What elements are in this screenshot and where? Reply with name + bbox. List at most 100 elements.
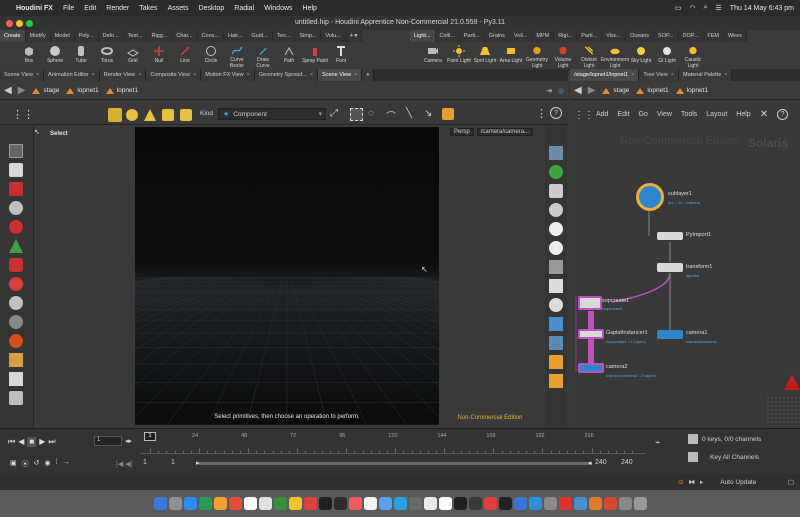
dock-app-icon[interactable] (633, 497, 647, 510)
tool-path[interactable]: Path (276, 43, 302, 69)
menu-assets[interactable]: Assets (168, 5, 189, 12)
dock-app-icon[interactable] (483, 497, 497, 510)
close-tab-icon[interactable]: × (631, 72, 634, 78)
app-menu[interactable]: Houdini FX (16, 5, 53, 12)
shelf-tab[interactable]: Cons... (197, 30, 225, 42)
tool-sky-light[interactable]: Sky Light (628, 43, 654, 69)
scope-icon[interactable]: ⦿ (22, 459, 29, 469)
network-editor[interactable]: Non-Commercial Edition Solaris sublayer1… (572, 126, 800, 427)
range-start2-field[interactable]: 1 (171, 459, 175, 466)
tool-spot-light[interactable]: Spot Light (472, 43, 498, 69)
select-through-icon[interactable]: ↘ (424, 108, 432, 119)
tab-animation-editor[interactable]: Animation Editor × (44, 69, 100, 81)
step-icon[interactable]: → (63, 459, 70, 469)
render-icon[interactable] (549, 374, 563, 388)
measure-tool-icon[interactable] (9, 391, 23, 405)
tool-grid[interactable]: Grid (120, 43, 146, 69)
snap-tool-icon[interactable] (9, 296, 23, 310)
dock-app-icon[interactable] (408, 497, 422, 510)
shelf-tab[interactable]: Grains (484, 30, 510, 42)
close-tab-icon[interactable]: × (671, 72, 674, 78)
back-arrow-icon[interactable]: ◀ (574, 85, 582, 96)
range-start-field[interactable]: 1 (143, 459, 147, 466)
close-tab-icon[interactable]: × (310, 72, 313, 78)
kind-select[interactable]: ★ Component ▾ (218, 108, 326, 120)
close-window-button[interactable] (6, 20, 13, 27)
tool-camera[interactable]: Camera (420, 43, 446, 69)
scene-viewport[interactable]: ↖ (135, 127, 439, 425)
tab-geometry-spreadsheet[interactable]: Geometry Spread... × (254, 69, 319, 81)
pause-update-icon[interactable] (549, 298, 563, 312)
tool-curve-bezier[interactable]: Curve Bezier (224, 43, 250, 69)
menu-go[interactable]: Go (639, 111, 648, 118)
menu-help[interactable]: Help (303, 5, 317, 12)
clock[interactable]: Thu 14 May 6:43 pm (730, 5, 794, 12)
frame-field[interactable]: 1 (94, 436, 122, 446)
breadcrumb-lopnet1-inner[interactable]: lopnet1 (675, 86, 708, 96)
tool-distant-light[interactable]: Distant Light (576, 43, 602, 69)
link-icon[interactable]: ◎ (558, 87, 564, 95)
dock-app-icon[interactable] (333, 497, 347, 510)
transform-tool-icon[interactable] (9, 239, 23, 253)
range-end2-field[interactable]: 240 (621, 459, 633, 466)
tab-render-view[interactable]: Render View × (99, 69, 147, 81)
camera-path-menu[interactable]: /camera/camera... (476, 128, 534, 136)
close-tab-icon[interactable]: × (138, 72, 141, 78)
dock-app-icon[interactable] (528, 497, 542, 510)
control-center-icon[interactable]: ☰ (716, 4, 722, 12)
menu-render[interactable]: Render (106, 5, 129, 12)
network-navigator[interactable] (766, 396, 800, 426)
stop-cook-button[interactable]: ▢ (788, 478, 794, 486)
menu-file[interactable]: File (63, 5, 74, 12)
help-icon[interactable]: ? (777, 109, 789, 120)
node-camera2[interactable] (578, 363, 604, 373)
shelf-tab-create[interactable]: Create (0, 30, 26, 42)
tab-scene-view-active[interactable]: Scene View × (318, 69, 363, 81)
light-icon[interactable] (549, 222, 563, 236)
shelf-tab[interactable]: Char... (172, 30, 198, 42)
close-tab-icon[interactable]: × (92, 72, 95, 78)
pose-tool-icon[interactable] (9, 315, 23, 329)
box-select-icon[interactable] (350, 108, 363, 121)
close-tab-icon[interactable]: × (247, 72, 250, 78)
tool-geometry-light[interactable]: Geometry Light (524, 43, 550, 69)
shelf-tab[interactable]: Defo... (98, 30, 124, 42)
brush-select-icon[interactable]: ⌒ (386, 108, 396, 123)
move-tool-icon[interactable] (9, 182, 23, 196)
node-pyimport1[interactable] (657, 232, 683, 240)
view-tool-icon[interactable] (9, 334, 23, 348)
tool-tube[interactable]: Tube (68, 43, 94, 69)
tool-volume-light[interactable]: Volume Light (550, 43, 576, 69)
tool-draw-curve[interactable]: Draw Curve (250, 43, 276, 69)
paint-tool-icon[interactable] (9, 372, 23, 386)
dock-app-icon[interactable] (423, 497, 437, 510)
menu-view[interactable]: View (657, 111, 672, 118)
grid-menu-icon[interactable]: ⋮⋮ (12, 108, 34, 121)
range-slider[interactable] (198, 462, 592, 465)
scale-tool-icon[interactable] (9, 220, 23, 234)
menu-help[interactable]: Help (736, 111, 750, 118)
dock-app-icon[interactable] (288, 497, 302, 510)
select-mode-icon[interactable] (108, 108, 122, 122)
tab-material-palette[interactable]: Material Palette × (679, 69, 733, 81)
display-icon[interactable] (549, 336, 563, 350)
dock-app-icon[interactable] (453, 497, 467, 510)
edit-tool-icon[interactable] (9, 353, 23, 367)
menu-layout[interactable]: Layout (706, 111, 727, 118)
dock-app-icon[interactable] (363, 497, 377, 510)
shelf-tab[interactable]: Parti... (459, 30, 485, 42)
texture-icon[interactable] (549, 279, 563, 293)
update-toggle-icon[interactable]: ⧓ (688, 478, 695, 486)
tool-circle[interactable]: Circle (198, 43, 224, 69)
forward-arrow-icon[interactable]: ▶ (18, 85, 26, 96)
menu-radial[interactable]: Radial (234, 5, 254, 12)
background-icon[interactable] (549, 260, 563, 274)
global-animation-options-icon[interactable]: ⌁ (655, 437, 660, 448)
shelf-tab[interactable]: Volu... (321, 30, 346, 42)
lasso-select-icon[interactable]: ◌ (368, 108, 374, 119)
handle-tool-icon[interactable] (9, 258, 23, 272)
dock-app-icon[interactable] (618, 497, 632, 510)
wifi-icon[interactable]: ◠ (689, 4, 695, 12)
tool-gi-light[interactable]: GI Light (654, 43, 680, 69)
tab-tree-view[interactable]: Tree View × (639, 69, 680, 81)
